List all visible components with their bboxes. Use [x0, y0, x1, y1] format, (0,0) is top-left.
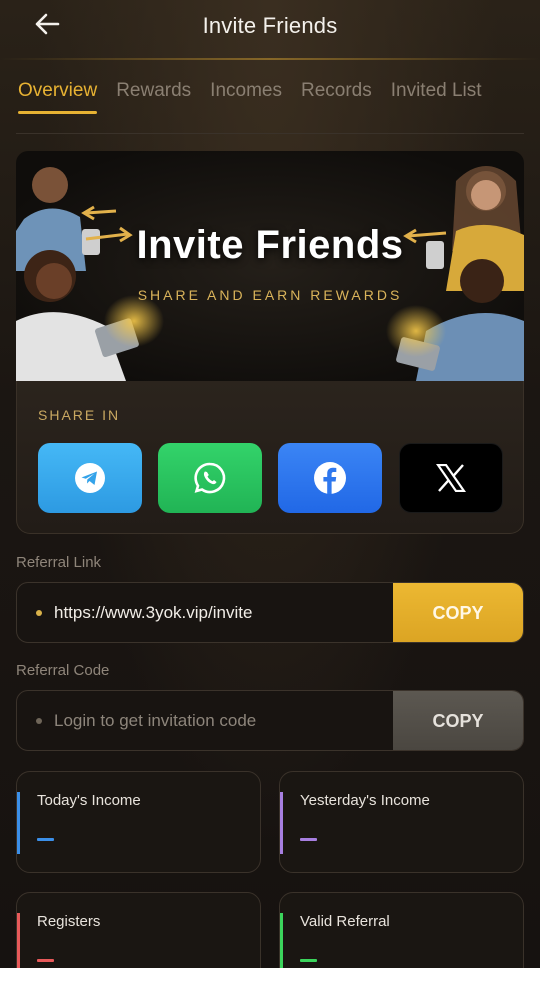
bullet-dot	[36, 610, 42, 616]
referral-link-value: https://www.3yok.vip/invite	[54, 603, 253, 622]
banner-title: Invite Friends	[136, 223, 404, 267]
stat-label: Registers	[37, 913, 101, 930]
tabs-divider	[16, 133, 524, 134]
tab-bar: Overview Rewards Incomes Records Invited…	[18, 80, 501, 114]
stat-value-placeholder	[37, 959, 54, 962]
stat-label: Yesterday's Income	[300, 792, 430, 809]
tab-rewards[interactable]: Rewards	[116, 80, 191, 114]
stat-value-placeholder	[37, 838, 54, 841]
whatsapp-icon	[194, 462, 226, 494]
top-bar: Invite Friends	[0, 0, 540, 52]
header-divider	[0, 58, 540, 60]
x-icon	[436, 464, 466, 492]
banner-subtitle: SHARE AND EARN REWARDS	[137, 287, 403, 303]
stat-accent-bar	[17, 913, 20, 975]
referral-code-field: Login to get invitation code COPY	[16, 690, 524, 751]
invite-banner: Invite Friends SHARE AND EARN REWARDS	[16, 151, 524, 381]
stat-accent-bar	[17, 792, 20, 854]
share-x-button[interactable]	[399, 443, 503, 513]
referral-code-value: Login to get invitation code	[54, 711, 257, 730]
referral-link-label: Referral Link	[16, 554, 102, 571]
page-title: Invite Friends	[202, 13, 338, 38]
share-label: SHARE IN	[38, 407, 121, 423]
share-card: SHARE IN	[16, 381, 524, 534]
bullet-dot	[36, 718, 42, 724]
stat-value-placeholder	[300, 838, 317, 841]
copy-link-button[interactable]: COPY	[393, 583, 523, 642]
stat-card-todays-income: Today's Income	[16, 771, 261, 873]
stat-label: Today's Income	[37, 792, 141, 809]
stat-value-placeholder	[300, 959, 317, 962]
stat-card-yesterdays-income: Yesterday's Income	[279, 771, 524, 873]
referral-code-label: Referral Code	[16, 662, 110, 679]
stat-accent-bar	[280, 792, 283, 854]
share-facebook-button[interactable]	[278, 443, 382, 513]
arrow-left-icon	[35, 13, 60, 35]
facebook-icon	[314, 462, 346, 494]
copy-code-button[interactable]: COPY	[393, 691, 523, 750]
telegram-icon	[75, 463, 105, 493]
share-whatsapp-button[interactable]	[158, 443, 262, 513]
tab-overview[interactable]: Overview	[18, 80, 98, 114]
back-button[interactable]	[30, 8, 64, 40]
screen-bottom-edge	[0, 968, 540, 989]
share-telegram-button[interactable]	[38, 443, 142, 513]
stat-label: Valid Referral	[300, 913, 390, 930]
tab-records[interactable]: Records	[301, 80, 372, 114]
tab-invited-list[interactable]: Invited List	[391, 80, 482, 114]
stat-accent-bar	[280, 913, 283, 975]
referral-link-field: https://www.3yok.vip/invite COPY	[16, 582, 524, 643]
tab-incomes[interactable]: Incomes	[210, 80, 282, 114]
